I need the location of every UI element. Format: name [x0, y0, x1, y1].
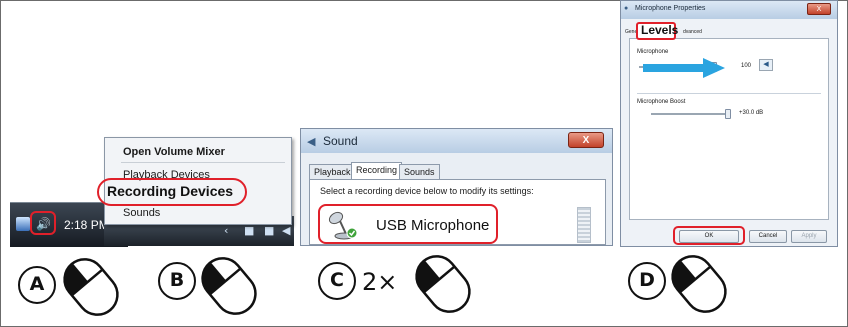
mouse-left-click-icon [415, 255, 471, 313]
title-bar: ◀ Sound X [301, 129, 612, 153]
speaker-icon: ◀ [282, 224, 291, 237]
microphone-label: Microphone [637, 49, 669, 55]
boost-slider-thumb[interactable] [725, 109, 731, 119]
volume-icon-highlight [30, 211, 56, 235]
device-name: USB Microphone [376, 217, 490, 234]
microphone-properties-dialog: ● Microphone Properties X Genera dvanced… [620, 0, 838, 247]
mouse-left-click-icon [63, 258, 119, 316]
double-click-label: 2× [362, 268, 398, 296]
tray-icon: ■ [264, 224, 275, 237]
tab-levels[interactable]: Levels [641, 23, 678, 37]
step-d-marker: D [628, 262, 666, 300]
microphone-icon [328, 211, 358, 240]
ok-button-highlight [673, 226, 745, 245]
level-meter [577, 207, 591, 243]
dialog-title: Microphone Properties [635, 5, 706, 12]
mouse-left-click-icon [201, 257, 257, 315]
menu-item-recording-devices[interactable]: Recording Devices [107, 183, 233, 199]
arrow-icon [643, 58, 725, 78]
menu-separator [121, 162, 285, 163]
tab-recording[interactable]: Recording [351, 162, 403, 180]
dialog-title: Sound [323, 134, 358, 148]
close-button[interactable]: X [568, 132, 604, 148]
taskbar-clock[interactable]: 2:18 PM [64, 218, 109, 232]
microphone-value: 100 [741, 63, 752, 69]
speaker-icon: ◀ [307, 136, 316, 148]
device-usb-microphone[interactable]: USB Microphone [318, 204, 498, 244]
divider [637, 93, 821, 94]
boost-slider-track[interactable] [651, 113, 727, 115]
tab-playback[interactable]: Playback [309, 164, 356, 180]
close-button[interactable]: X [807, 3, 831, 15]
mouse-left-click-icon [671, 255, 727, 313]
step-c-marker: C [318, 262, 356, 300]
boost-value: +30.0 dB [739, 110, 764, 116]
tab-advanced[interactable]: dvanced [683, 27, 702, 37]
menu-item-sounds[interactable]: Sounds [123, 207, 160, 219]
chevron-left-icon: ‹ [224, 224, 229, 237]
title-bar: ● Microphone Properties X [621, 1, 837, 19]
microphone-icon: ● [624, 5, 629, 12]
tray-icon: ■ [244, 224, 255, 237]
network-icon[interactable] [16, 217, 30, 231]
microphone-boost-label: Microphone Boost [637, 99, 686, 105]
instruction-text: Select a recording device below to modif… [320, 186, 534, 196]
tab-sounds[interactable]: Sounds [399, 164, 440, 180]
step-a-marker: A [18, 266, 56, 304]
menu-item-open-volume-mixer[interactable]: Open Volume Mixer [123, 146, 225, 158]
speaker-icon[interactable]: ◀ [759, 59, 773, 71]
cancel-button[interactable]: Cancel [749, 230, 787, 243]
apply-button: Apply [791, 230, 827, 243]
step-b-marker: B [158, 262, 196, 300]
